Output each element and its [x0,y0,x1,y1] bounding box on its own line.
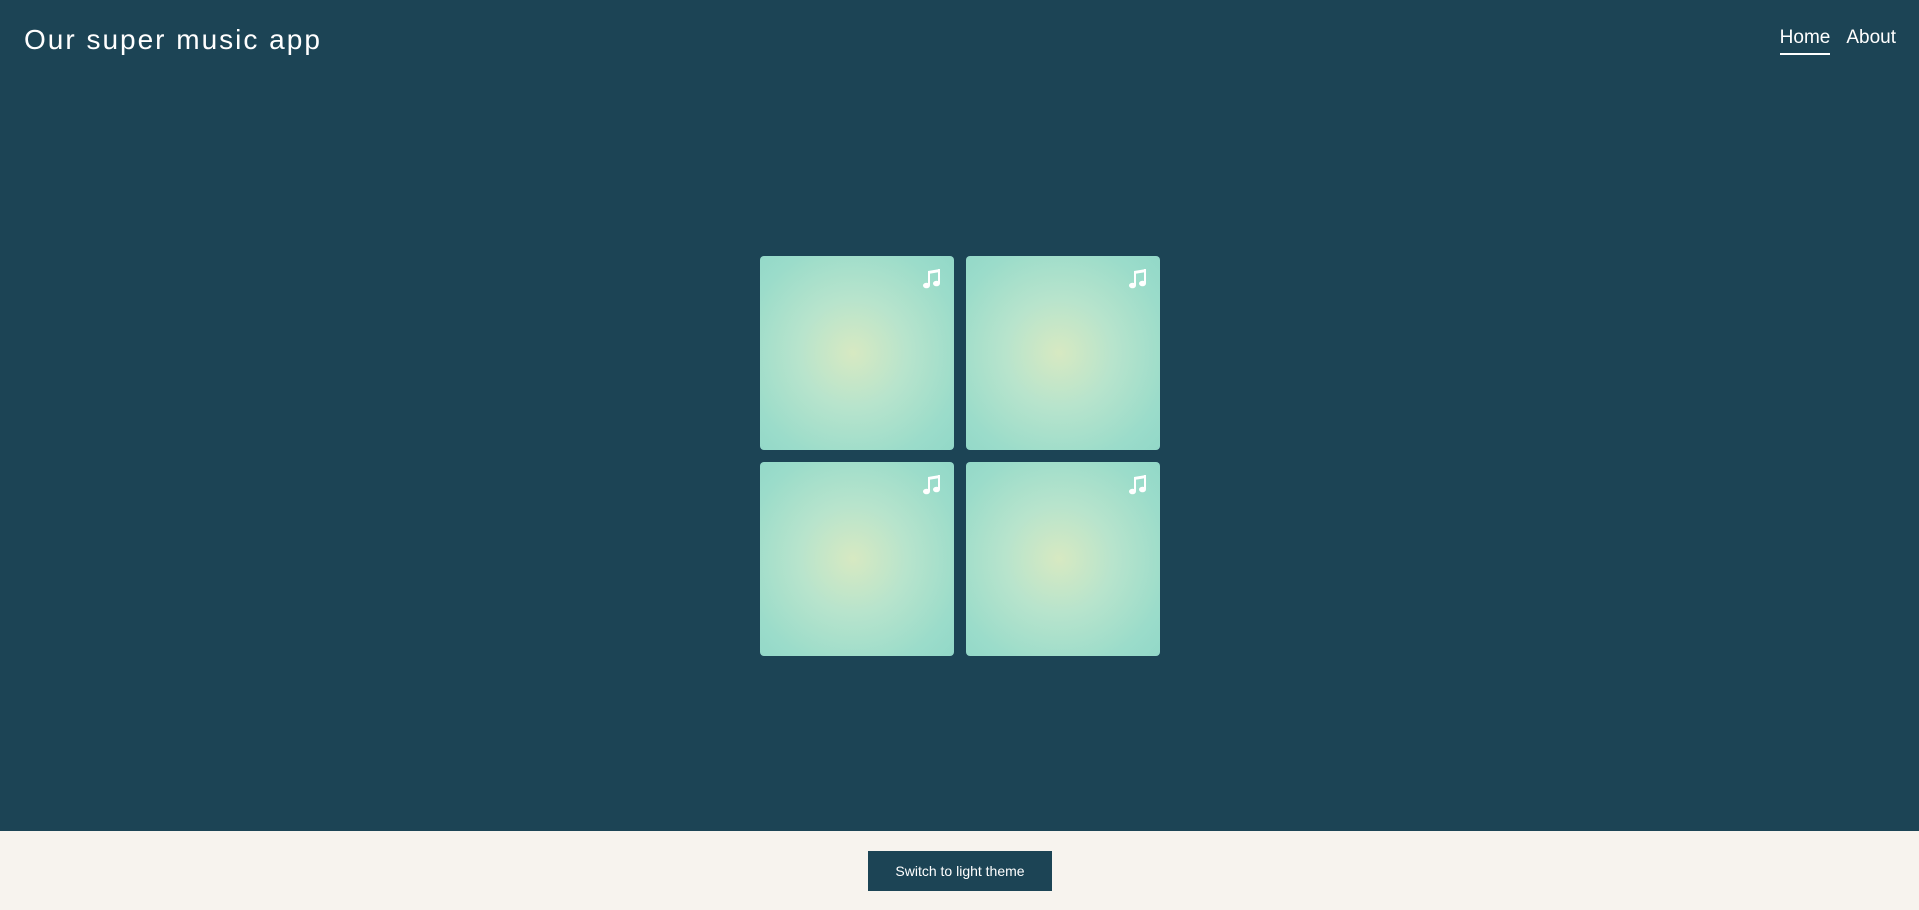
music-tile-4[interactable] [966,462,1160,656]
header: Our super music app Home About [0,0,1919,80]
music-tile-1[interactable] [760,256,954,450]
music-note-icon [923,269,940,289]
app-title: Our super music app [24,24,322,55]
main-nav: Home About [1779,26,1896,55]
music-note-icon [1129,269,1146,289]
footer: Switch to light theme [0,831,1919,910]
music-tile-3[interactable] [760,462,954,656]
nav-about-link[interactable]: About [1846,26,1896,55]
main-content [0,80,1919,831]
music-tile-2[interactable] [966,256,1160,450]
switch-theme-button[interactable]: Switch to light theme [868,851,1052,891]
music-note-icon [1129,475,1146,495]
music-note-icon [923,475,940,495]
music-tile-grid [760,256,1160,656]
nav-home-link[interactable]: Home [1779,26,1831,55]
